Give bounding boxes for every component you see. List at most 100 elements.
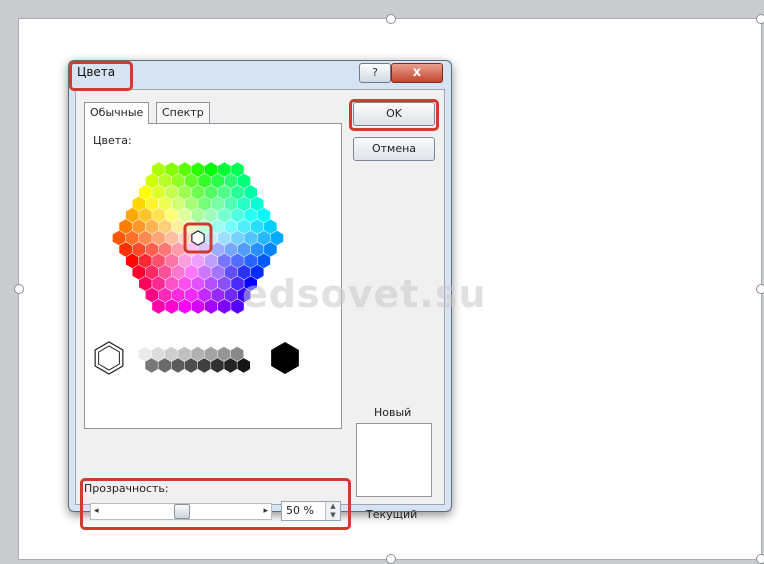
tab-custom[interactable]: Спектр [156,102,210,123]
color-hex[interactable] [257,253,271,269]
color-hex[interactable] [237,264,251,280]
black-hex[interactable] [271,342,299,374]
gray-hex[interactable] [171,358,185,373]
color-hex[interactable] [244,207,257,223]
color-hex[interactable] [191,185,205,200]
gray-hex[interactable] [145,358,158,373]
gray-hex[interactable] [230,346,244,362]
color-hex[interactable] [165,162,178,177]
gray-hex[interactable] [178,346,191,362]
color-hex[interactable] [139,230,152,246]
color-hex[interactable] [191,276,205,291]
color-hex[interactable] [171,173,185,189]
color-hex[interactable] [178,185,192,200]
color-hex[interactable] [204,162,218,177]
spin-down-icon[interactable]: ▼ [330,511,335,519]
color-hex[interactable] [218,185,231,200]
color-hex[interactable] [198,173,211,189]
color-hex[interactable] [231,276,244,291]
color-hex[interactable] [165,207,178,223]
gray-hex[interactable] [224,358,237,373]
color-hex[interactable] [237,287,251,303]
color-hex[interactable] [178,299,192,314]
resize-handle-right[interactable] [756,284,764,294]
resize-handle-left[interactable] [14,284,24,294]
color-hex[interactable] [152,276,165,291]
color-hex[interactable] [152,299,165,314]
color-hex[interactable] [204,253,218,269]
color-hex[interactable] [204,299,218,314]
color-hex[interactable] [250,196,264,212]
color-hex[interactable] [218,230,231,246]
gray-hex[interactable] [237,358,251,373]
close-icon[interactable]: x [391,63,443,83]
color-hex[interactable] [125,230,139,246]
color-hex[interactable] [139,207,152,223]
color-hex[interactable] [198,264,211,280]
color-hex[interactable] [231,207,244,223]
gray-hex[interactable] [184,358,198,373]
color-hex[interactable] [218,207,231,223]
color-hex[interactable] [224,219,238,234]
color-hex[interactable] [211,219,225,234]
color-hex[interactable] [132,242,146,257]
scroll-right-icon[interactable]: ▸ [263,504,268,519]
color-hex[interactable] [211,264,225,280]
white-hex[interactable] [94,341,124,375]
color-hex[interactable] [145,173,159,189]
color-hex[interactable] [152,162,165,177]
color-hex[interactable] [171,219,185,234]
help-icon[interactable]: ? [359,63,391,83]
color-hex[interactable] [218,276,231,291]
color-hex[interactable] [145,219,159,234]
color-hex[interactable] [158,242,172,257]
color-hex[interactable] [244,276,257,291]
color-hex[interactable] [185,264,198,280]
color-hex[interactable] [125,207,139,223]
color-hex[interactable] [231,162,244,177]
color-hex[interactable] [224,173,238,189]
color-hex[interactable] [178,207,192,223]
gray-hex[interactable] [217,346,231,362]
color-hex[interactable] [152,207,165,223]
color-hex[interactable] [171,242,185,257]
color-hex[interactable] [139,253,152,269]
gray-hex[interactable] [158,358,172,373]
color-hex[interactable] [211,242,225,257]
color-hex[interactable] [211,196,225,212]
color-hex[interactable] [158,287,172,303]
color-hex[interactable] [231,185,244,200]
color-hex[interactable] [224,242,238,257]
color-hex[interactable] [204,207,218,223]
color-hex[interactable] [191,299,205,314]
color-hex[interactable] [158,264,172,280]
color-hex[interactable] [185,287,198,303]
dialog-titlebar[interactable]: Цвета ? x [69,61,451,87]
scroll-left-icon[interactable]: ◂ [94,504,99,519]
color-hex[interactable] [178,162,192,177]
color-hex[interactable] [270,230,284,246]
color-hex[interactable] [191,253,205,269]
color-hex[interactable] [224,196,238,212]
color-hex[interactable] [119,242,132,257]
color-hex[interactable] [139,276,152,291]
color-hex[interactable] [244,253,257,269]
color-hex[interactable] [132,219,146,234]
color-hex[interactable] [165,253,178,269]
resize-handle-top[interactable] [386,14,396,24]
color-hex[interactable] [244,230,257,246]
color-hex[interactable] [231,299,244,314]
color-hex[interactable] [224,264,238,280]
color-hex[interactable] [119,219,132,234]
color-hex[interactable] [237,196,251,212]
color-hex[interactable] [218,162,231,177]
color-hex[interactable] [158,173,172,189]
gray-hex[interactable] [211,358,224,373]
color-hex[interactable] [257,207,271,223]
color-hex[interactable] [224,287,238,303]
cancel-button[interactable]: Отмена [353,137,435,161]
gray-hex[interactable] [204,346,218,362]
color-hex[interactable] [218,253,231,269]
resize-handle-top-right[interactable] [756,14,764,24]
color-hex[interactable] [132,264,146,280]
